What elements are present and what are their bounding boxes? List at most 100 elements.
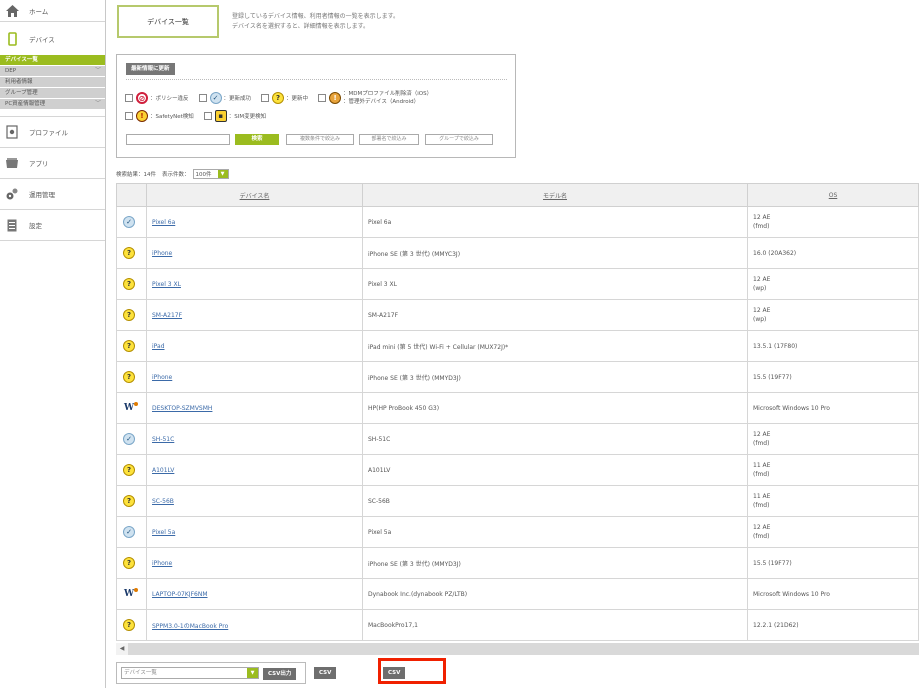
subnav-device-list[interactable]: デバイス一覧 (0, 55, 105, 65)
update-success-checkbox[interactable] (198, 94, 207, 102)
device-name-link[interactable]: SH-51C (152, 436, 174, 443)
os-cell: 12.2.1 (21D62) (747, 609, 919, 641)
table-row: ? SPPM3.0-1のMacBook Pro MacBookPro17,1 12.2… (116, 609, 919, 641)
scroll-left-icon[interactable]: ◀ (116, 643, 128, 655)
safetynet-checkbox[interactable] (125, 112, 133, 120)
os-cell: 15.5 (19F77) (747, 547, 919, 579)
subnav-label: グループ管理 (5, 90, 38, 96)
os-cell: 12 AE (wp) (747, 268, 919, 300)
refresh-button[interactable]: 最新情報に更新 (126, 63, 175, 75)
csv-generate-list-button[interactable]: CSV生成リスト (314, 667, 337, 688)
department-filter-button[interactable]: 部署名で絞込み (359, 134, 419, 145)
device-name-link[interactable]: DESKTOP-SZMVSMH (152, 405, 212, 412)
perpage-label: 表示件数： (162, 172, 190, 178)
device-name-link[interactable]: Pixel 5a (152, 529, 175, 536)
device-name-cell: SC-56B (146, 485, 363, 517)
sidebar-device-label: デバイス (29, 35, 55, 44)
perpage-select[interactable]: 100件 ▼ (192, 169, 229, 179)
mdm-label-2: ：管理外デバイス（Android） (343, 99, 420, 105)
device-name-cell: Pixel 5a (146, 516, 363, 548)
table-body: ✓ Pixel 6a Pixel 6a 12 AE (fmd)? iPhone iPhone… (116, 206, 919, 641)
model-name-cell: A101LV (362, 454, 748, 486)
device-name-link[interactable]: iPhone (152, 250, 172, 257)
horizontal-scrollbar[interactable]: ◀ (116, 643, 919, 655)
model-name-cell: iPhone SE (第 3 世代) (MMYC3J) (362, 237, 748, 269)
page-title: デバイス一覧 (117, 5, 219, 38)
header-model-name[interactable]: モデル名 (362, 183, 748, 207)
multi-condition-filter-button[interactable]: 複数条件で絞込み (286, 134, 354, 145)
sim-change-checkbox[interactable] (203, 112, 212, 120)
sidebar-ops-label: 運用管理 (29, 191, 55, 199)
search-panel: 最新情報に更新 ⊘ ：ポリシー違反 ✓ ：更新成功 ? ：更新中 ! ：MDMプ… (116, 54, 516, 158)
os-version: 12 AE (753, 276, 771, 283)
device-name-link[interactable]: iPad (152, 343, 165, 350)
device-name-link[interactable]: SM-A217F (152, 312, 182, 319)
mdm-removed-checkbox[interactable] (318, 94, 327, 102)
sidebar-apps-label: アプリ (29, 160, 49, 168)
model-name-cell: iPad mini (第 5 世代) Wi-Fi + Cellular (MUX… (362, 330, 748, 362)
updating-label: ：更新中 (286, 96, 309, 102)
os-cell: Microsoft Windows 10 Pro (747, 578, 919, 610)
header-device-name[interactable]: デバイス名 (146, 183, 363, 207)
device-name-link[interactable]: SPPM3.0-1のMacBook Pro (152, 623, 228, 630)
model-name-cell: iPhone SE (第 3 世代) (MMYD3J) (362, 361, 748, 393)
sidebar-item-ops[interactable]: 運用管理 (0, 179, 105, 210)
status-filter-row-2: ! ：SafetyNet検知 ▪ ：SIM変更検知 (125, 110, 266, 122)
page-desc-line-2: デバイス名を選択すると、詳細情報を表示します。 (232, 22, 369, 30)
status-icon-cell: ? (116, 330, 147, 362)
header-os[interactable]: OS (747, 183, 919, 207)
question-icon: ? (123, 340, 135, 352)
csv-type-select[interactable]: デバイス一覧 ▼ (121, 667, 259, 679)
check-icon: ✓ (123, 433, 135, 445)
table-row: ? iPhone iPhone SE (第 3 世代) (MMYC3J) 16.0 (… (116, 237, 919, 269)
device-name-cell: SH-51C (146, 423, 363, 455)
result-meta: 検索結果：14件 表示件数： 100件 ▼ (116, 169, 229, 179)
subnav-pc-assets[interactable]: PC資産情報管理 ﹀ (0, 99, 105, 109)
device-name-link[interactable]: iPhone (152, 374, 172, 381)
os-version: 13.5.1 (17F80) (753, 342, 798, 350)
model-name-cell: SC-56B (362, 485, 748, 517)
device-name-link[interactable]: iPhone (152, 560, 172, 567)
document-icon (5, 218, 19, 232)
device-name-link[interactable]: LAPTOP-07KJF6NM (152, 591, 208, 598)
device-name-link[interactable]: A101LV (152, 467, 174, 474)
search-button[interactable]: 検索 (235, 134, 279, 145)
policy-violation-checkbox[interactable] (125, 94, 133, 102)
device-name-cell: Pixel 6a (146, 206, 363, 238)
sidebar-item-device[interactable]: デバイス (0, 22, 105, 55)
os-sub: (fmd) (753, 471, 770, 478)
table-row: ? Pixel 3 XL Pixel 3 XL 12 AE (wp) (116, 268, 919, 300)
question-icon: ? (123, 309, 135, 321)
sidebar-item-settings[interactable]: 設定 (0, 210, 105, 241)
group-filter-button[interactable]: グループで絞込み (425, 134, 493, 145)
updating-checkbox[interactable] (261, 94, 270, 102)
question-icon: ? (123, 464, 135, 476)
device-name-cell: iPhone (146, 547, 363, 579)
csv-output-button[interactable]: CSV出力 (263, 668, 297, 680)
table-row: ✓ SH-51C SH-51C 12 AE (fmd) (116, 423, 919, 455)
device-name-link[interactable]: SC-56B (152, 498, 174, 505)
os-cell: 11 AE (fmd) (747, 454, 919, 486)
sidebar-item-profile[interactable]: プロファイル (0, 117, 105, 148)
model-name-cell: Pixel 3 XL (362, 268, 748, 300)
os-sub: (fmd) (753, 502, 770, 509)
subnav-dep[interactable]: DEP ﹀ (0, 66, 105, 76)
status-icon-cell: W (116, 578, 147, 610)
status-icon-cell: ✓ (116, 206, 147, 238)
status-icon-cell: ? (116, 299, 147, 331)
sim-card-icon: ▪ (214, 110, 227, 122)
os-version: Microsoft Windows 10 Pro (753, 590, 830, 598)
subnav-group-mgmt[interactable]: グループ管理 (0, 88, 105, 98)
search-input[interactable] (126, 134, 230, 145)
model-name-cell: Pixel 5a (362, 516, 748, 548)
highlight-box (378, 658, 446, 684)
sidebar-item-home[interactable]: ホーム (0, 0, 105, 22)
device-name-link[interactable]: Pixel 6a (152, 219, 175, 226)
subnav-user-info[interactable]: 利用者情報 (0, 77, 105, 87)
device-name-cell: SM-A217F (146, 299, 363, 331)
os-version: 12 AE (753, 214, 771, 221)
device-name-link[interactable]: Pixel 3 XL (152, 281, 181, 288)
device-name-cell: iPhone (146, 361, 363, 393)
sidebar-item-apps[interactable]: アプリ (0, 148, 105, 179)
header-icon-col (116, 183, 147, 207)
